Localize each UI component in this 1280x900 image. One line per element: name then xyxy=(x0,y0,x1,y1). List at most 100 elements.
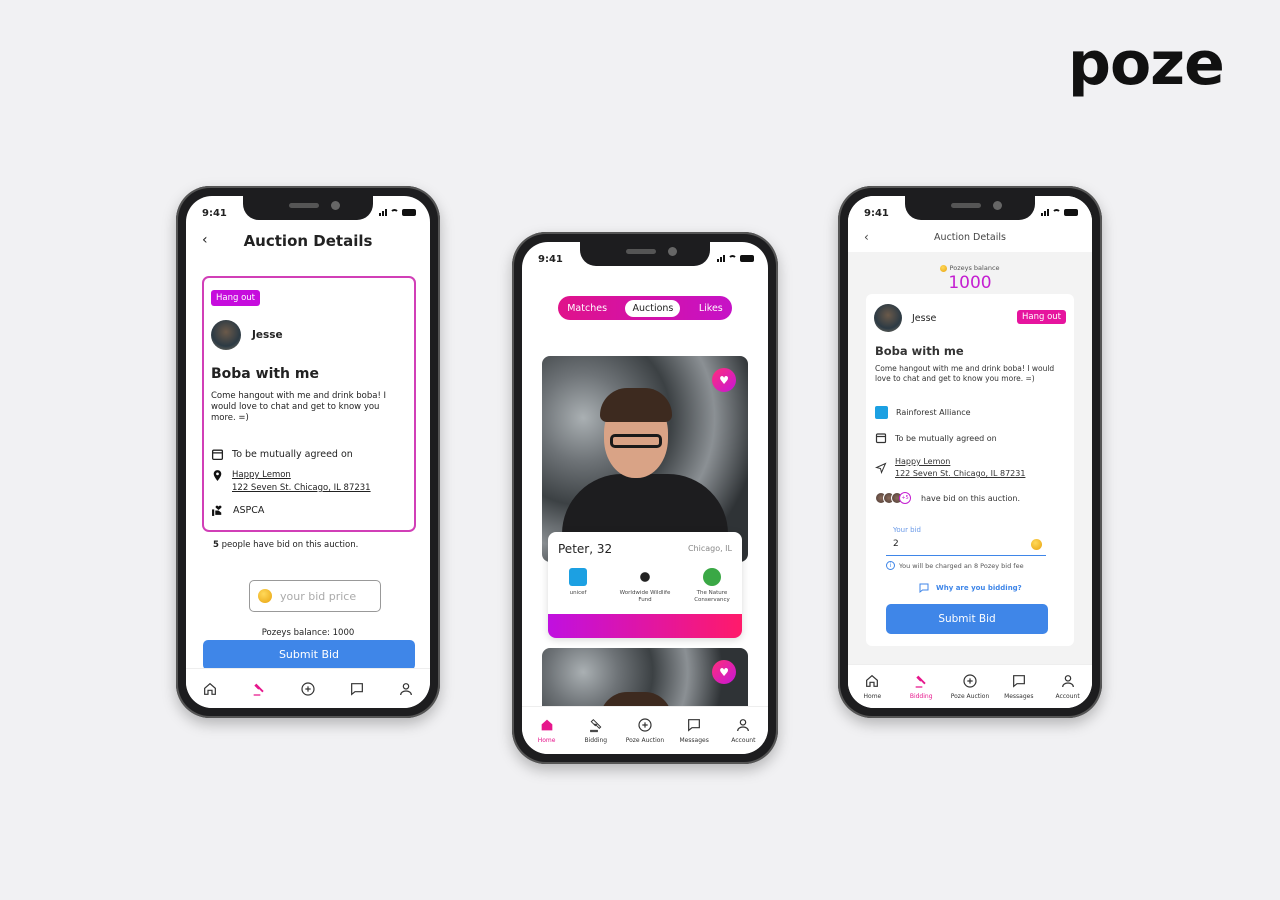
like-button[interactable]: ♥ xyxy=(712,660,736,684)
calendar-icon xyxy=(875,433,887,444)
bottom-nav: Home Bidding Poze Auction Messages Accou… xyxy=(848,664,1092,708)
bottom-nav: Home Bidding Poze Auction Messages Accou… xyxy=(522,706,768,754)
nav-messages[interactable] xyxy=(335,681,379,697)
like-button[interactable]: ♥ xyxy=(712,368,736,392)
home-icon xyxy=(866,674,879,687)
pozey-coin-icon xyxy=(1031,539,1042,550)
charity-name: ASPCA xyxy=(233,505,265,516)
rainforest-alliance-logo-icon xyxy=(875,406,888,419)
calendar-icon xyxy=(211,449,224,461)
hair-shape xyxy=(600,388,672,422)
nav-poze-auction[interactable]: Poze Auction xyxy=(623,717,667,744)
feed-tabs: Matches Auctions Likes xyxy=(558,296,732,320)
card-gradient-bar xyxy=(548,614,742,638)
status-time: 9:41 xyxy=(538,254,563,265)
nav-home[interactable] xyxy=(188,681,232,697)
poze-logo: poze xyxy=(1068,29,1225,99)
tab-likes[interactable]: Likes xyxy=(699,303,723,314)
submit-bid-button[interactable]: Submit Bid xyxy=(886,604,1048,634)
fee-note: You will be charged an 8 Pozey bid fee xyxy=(899,561,1024,570)
gavel-icon xyxy=(915,675,926,688)
profile-info-card[interactable]: Peter, 32 Chicago, IL unicef Worldwide W… xyxy=(548,532,742,638)
nav-account[interactable]: Account xyxy=(721,717,765,744)
nav-messages[interactable]: Messages xyxy=(997,673,1041,700)
nav-poze-auction[interactable]: Poze Auction xyxy=(948,673,992,700)
status-time: 9:41 xyxy=(202,208,227,219)
category-tag: Hang out xyxy=(1016,310,1066,324)
charity-wwf: Worldwide Wildlife Fund xyxy=(615,568,675,604)
auction-card: Jesse Hang out Boba with me Come hangout… xyxy=(866,294,1074,646)
chat-bubble-icon xyxy=(919,583,929,594)
home-icon xyxy=(541,719,552,731)
gavel-icon xyxy=(589,718,602,733)
signal-icon xyxy=(717,255,725,262)
host-name[interactable]: Jesse xyxy=(912,313,936,324)
charity-hand-heart-icon xyxy=(212,505,222,516)
more-bidders-badge: +5 xyxy=(899,492,911,504)
heart-check-icon: ♥ xyxy=(719,665,729,679)
nav-bidding[interactable]: Bidding xyxy=(574,717,618,744)
date-text: To be mutually agreed on xyxy=(232,449,353,460)
heart-check-icon: ♥ xyxy=(719,373,729,387)
message-icon xyxy=(1012,675,1025,688)
battery-icon xyxy=(740,255,754,262)
plus-circle-icon xyxy=(963,674,977,688)
navigation-arrow-icon xyxy=(875,462,887,474)
nav-poze-auction[interactable] xyxy=(286,681,330,697)
battery-icon xyxy=(1064,209,1078,216)
message-icon xyxy=(350,682,363,696)
venue-name-link[interactable]: Happy Lemon xyxy=(232,469,371,482)
balance-value: 1000 xyxy=(948,273,992,293)
phone-auction-details-left: 9:41 ‹ Auction Details Hang out Jesse Bo… xyxy=(176,186,440,718)
location-pin-icon xyxy=(213,470,222,481)
auction-description: Come hangout with me and drink boba! I w… xyxy=(875,364,1055,383)
user-icon xyxy=(737,719,750,732)
panda-logo-icon xyxy=(636,568,654,586)
page-title: Auction Details xyxy=(934,232,1006,243)
nav-home[interactable]: Home xyxy=(850,673,894,700)
charity-name: Rainforest Alliance xyxy=(896,408,971,417)
submit-bid-button[interactable]: Submit Bid xyxy=(203,640,415,670)
wifi-icon xyxy=(390,209,399,216)
leaf-logo-icon xyxy=(703,568,721,586)
tab-auctions[interactable]: Auctions xyxy=(625,299,681,317)
bidder-avatars[interactable]: +5 xyxy=(875,492,911,504)
status-time: 9:41 xyxy=(864,208,889,219)
venue-name-link[interactable]: Happy Lemon xyxy=(895,456,1025,468)
user-icon xyxy=(1061,675,1074,688)
host-avatar[interactable] xyxy=(211,320,241,350)
your-bid-value: 2 xyxy=(893,539,899,549)
why-bidding-link[interactable]: Why are you bidding? xyxy=(918,582,1022,594)
plus-circle-icon xyxy=(301,681,315,696)
bid-price-input[interactable]: your bid price xyxy=(249,580,381,612)
glasses-shape xyxy=(610,434,662,448)
nav-messages[interactable]: Messages xyxy=(672,717,716,744)
page-title: Auction Details xyxy=(243,232,373,250)
pozey-coin-icon xyxy=(258,589,272,603)
category-tag: Hang out xyxy=(211,290,261,306)
unicef-logo-icon xyxy=(569,568,587,586)
auction-title: Boba with me xyxy=(875,344,964,358)
venue-address-link[interactable]: 122 Seven St. Chicago, IL 87231 xyxy=(232,482,371,495)
host-avatar[interactable] xyxy=(874,304,902,332)
signal-icon xyxy=(379,209,387,216)
your-bid-input[interactable]: Your bid 2 xyxy=(886,526,1046,556)
phone-auction-details-right: 9:41 ‹ Auction Details Pozeys balance 10… xyxy=(838,186,1102,718)
venue-address-link[interactable]: 122 Seven St. Chicago, IL 87231 xyxy=(895,468,1025,480)
auction-title: Boba with me xyxy=(211,366,319,382)
host-name[interactable]: Jesse xyxy=(252,329,283,341)
status-icons xyxy=(379,209,416,216)
tab-matches[interactable]: Matches xyxy=(567,303,607,314)
nav-account[interactable] xyxy=(384,681,428,697)
auction-card: Hang out Jesse Boba with me Come hangout… xyxy=(202,276,416,532)
home-icon xyxy=(204,682,217,695)
nav-home[interactable]: Home xyxy=(525,717,569,744)
wifi-icon xyxy=(1052,209,1061,216)
profile-name-age: Peter, 32 xyxy=(558,542,613,556)
screen: 9:41 ‹ Auction Details Hang out Jesse Bo… xyxy=(186,196,430,708)
nav-bidding[interactable]: Bidding xyxy=(899,673,943,700)
your-bid-label: Your bid xyxy=(893,526,921,534)
nav-account[interactable]: Account xyxy=(1046,673,1090,700)
charity-nature-conservancy: The Nature Conservancy xyxy=(682,568,742,604)
nav-bidding[interactable] xyxy=(237,681,281,697)
